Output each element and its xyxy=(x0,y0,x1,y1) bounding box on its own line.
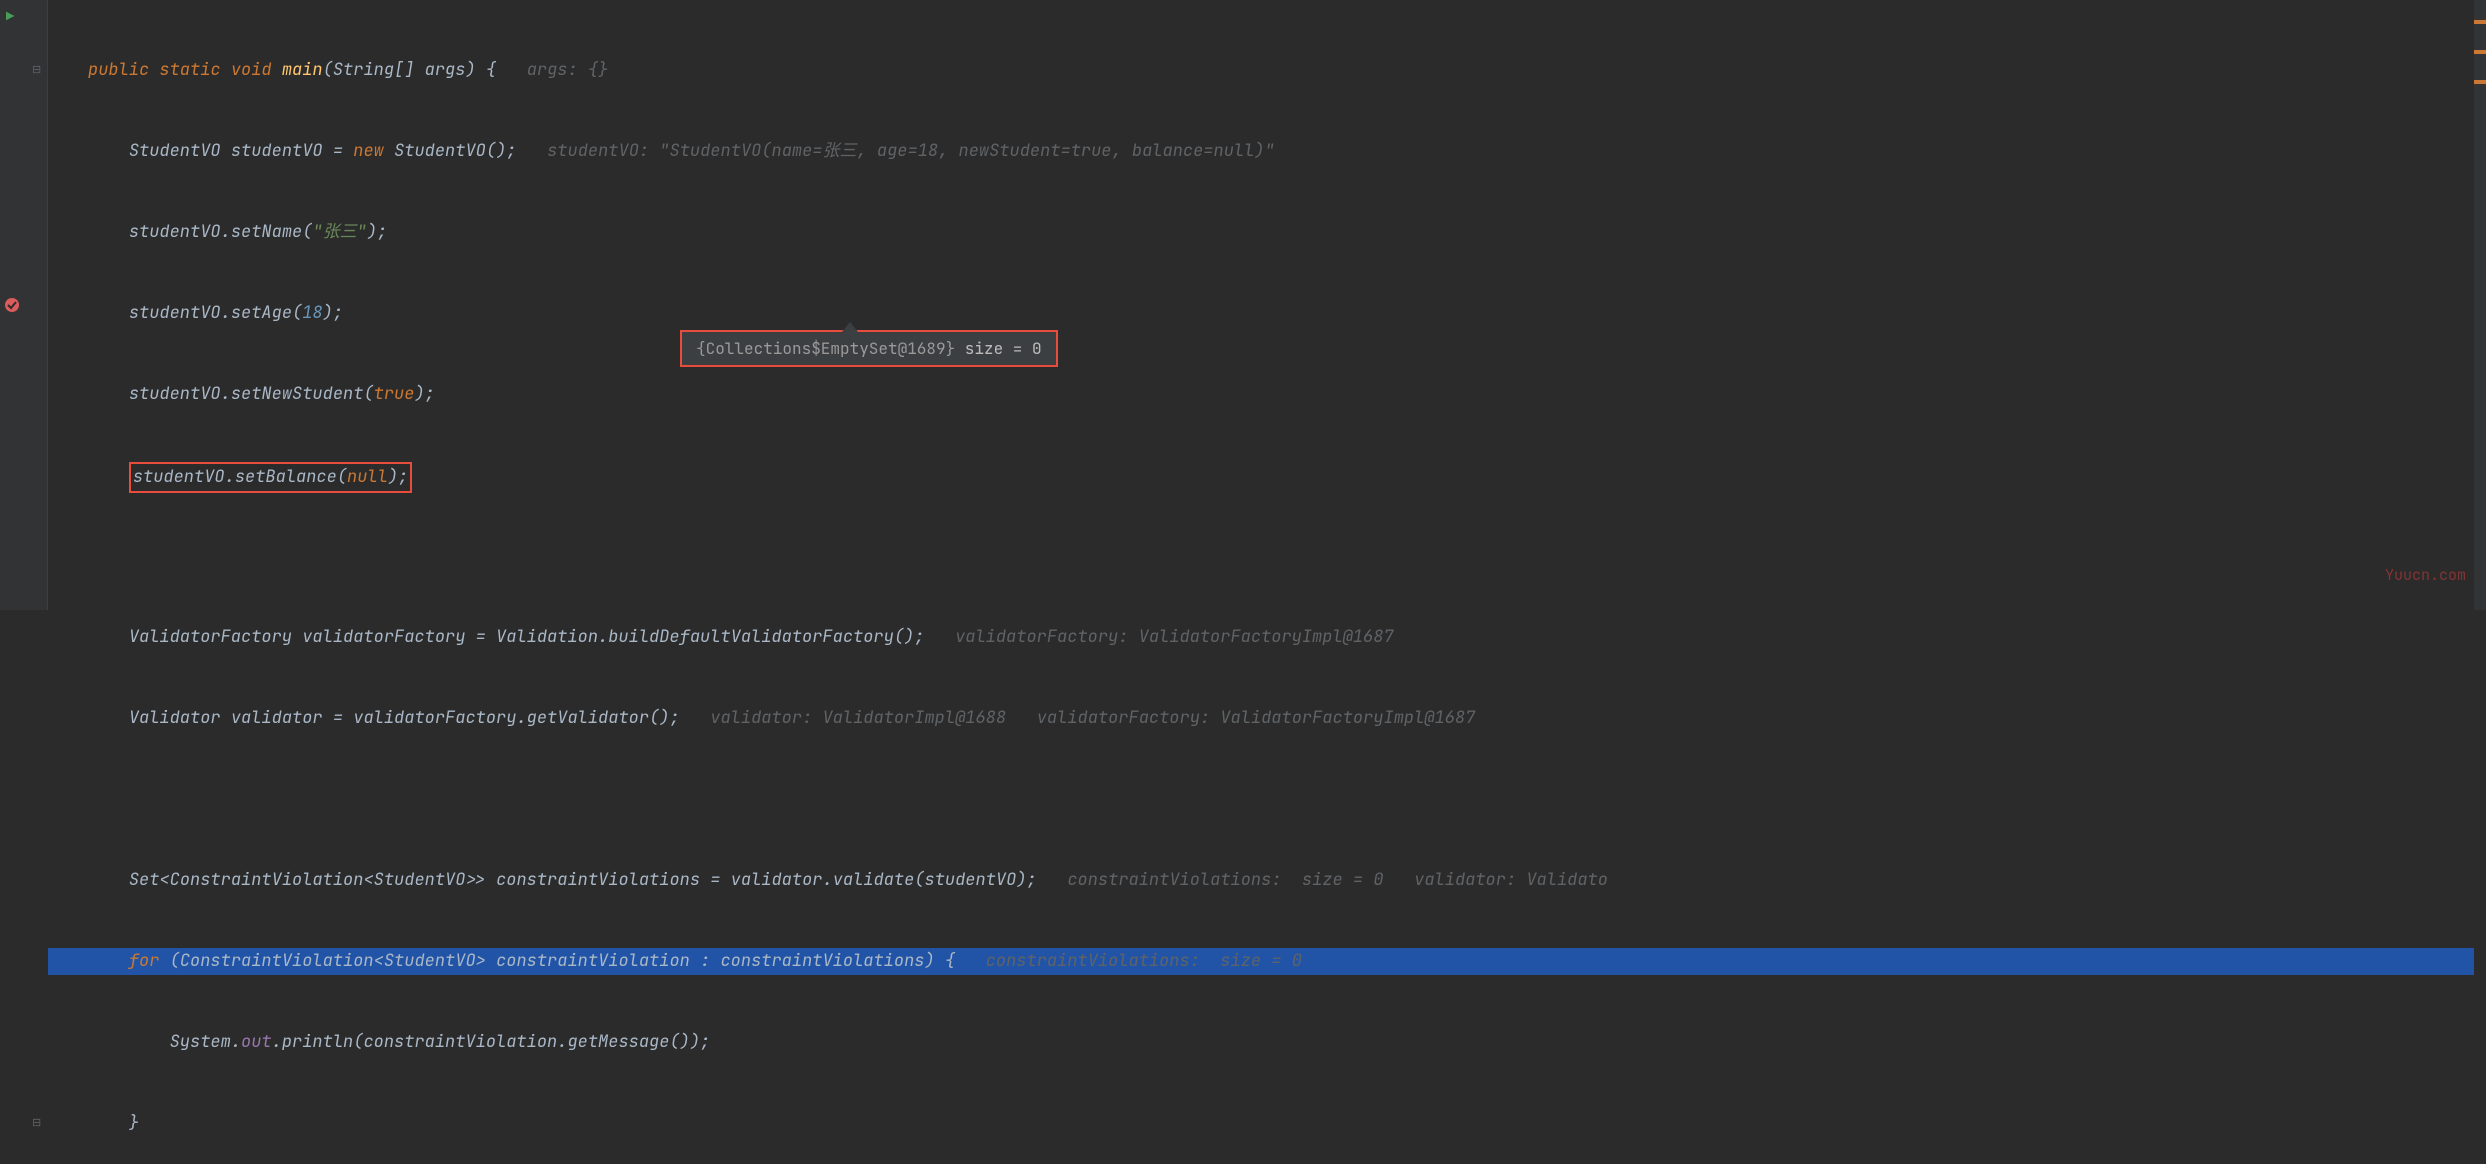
debug-hint: validator: Validato xyxy=(1414,869,1608,891)
code-line[interactable] xyxy=(48,786,2474,813)
code-line[interactable]: StudentVO studentVO = new StudentVO(); s… xyxy=(48,138,2474,165)
type: ValidatorFactory xyxy=(129,626,292,648)
right-gutter[interactable] xyxy=(2474,0,2486,610)
tooltip-value: {Collections$EmptySet@1689} xyxy=(696,338,955,359)
method-call: getValidator xyxy=(527,707,649,729)
tooltip-arrow-icon xyxy=(842,322,858,332)
debug-hint: constraintViolations: size = 0 xyxy=(986,950,1302,972)
code-line[interactable]: ValidatorFactory validatorFactory = Vali… xyxy=(48,624,2474,651)
code-line[interactable]: Validator validator = validatorFactory.g… xyxy=(48,705,2474,732)
variable: studentVO xyxy=(133,466,225,488)
execution-line[interactable]: for (ConstraintViolation<StudentVO> cons… xyxy=(48,948,2474,975)
variable: studentVO xyxy=(231,140,323,162)
variable: constraintViolation xyxy=(496,950,690,972)
code-line[interactable] xyxy=(48,543,2474,570)
variable: studentVO xyxy=(129,302,221,324)
tooltip-size: size = 0 xyxy=(955,338,1041,359)
method-call: setNewStudent xyxy=(231,383,364,405)
number-literal: 18 xyxy=(302,302,322,324)
code-line[interactable]: studentVO.setBalance(null); xyxy=(48,462,2474,489)
parameter: args xyxy=(425,59,466,81)
type: Validator xyxy=(129,707,221,729)
run-icon[interactable]: ▶ xyxy=(6,8,14,26)
variable: constraintViolations xyxy=(720,950,924,972)
method-call: validate xyxy=(833,869,915,891)
type: String[] xyxy=(333,59,415,81)
string-literal: "张三" xyxy=(312,221,366,243)
debug-hint: studentVO: "StudentVO(name=张三, age=18, n… xyxy=(547,140,1275,162)
keyword: public xyxy=(88,59,149,81)
variable: constraintViolation xyxy=(363,1031,557,1053)
code-line[interactable]: ⊟ } xyxy=(48,1110,2474,1137)
marker-icon[interactable] xyxy=(2474,80,2486,84)
variable: validator xyxy=(731,869,823,891)
code-editor[interactable]: ⊟public static void main(String[] args) … xyxy=(48,0,2474,610)
breakpoint-icon[interactable] xyxy=(2,295,22,320)
keyword: for xyxy=(129,950,160,972)
type: StudentVO xyxy=(384,950,476,972)
method-call: setAge xyxy=(231,302,292,324)
variable: studentVO xyxy=(925,869,1017,891)
static-method: buildDefaultValidatorFactory xyxy=(608,626,894,648)
code-line[interactable]: ⊟public static void main(String[] args) … xyxy=(48,57,2474,84)
keyword: static xyxy=(159,59,220,81)
type: StudentVO xyxy=(394,140,486,162)
type: ConstraintViolation xyxy=(170,869,364,891)
method-call: println xyxy=(282,1031,353,1053)
code-line[interactable]: System.out.println(constraintViolation.g… xyxy=(48,1029,2474,1056)
variable: studentVO xyxy=(129,221,221,243)
variable: validatorFactory xyxy=(302,626,465,648)
code-line[interactable]: studentVO.setName("张三"); xyxy=(48,219,2474,246)
editor-gutter[interactable]: ▶ xyxy=(0,0,48,610)
debug-hint: validatorFactory: ValidatorFactoryImpl@1… xyxy=(955,626,1394,648)
variable: studentVO xyxy=(129,383,221,405)
type: Set xyxy=(129,869,160,891)
method-call: setName xyxy=(231,221,302,243)
variable: validator xyxy=(231,707,323,729)
fold-icon[interactable]: ⊟ xyxy=(32,1110,41,1137)
method-call: getMessage xyxy=(567,1031,669,1053)
marker-icon[interactable] xyxy=(2474,20,2486,24)
debug-tooltip[interactable]: {Collections$EmptySet@1689} size = 0 xyxy=(680,330,1058,367)
keyword: new xyxy=(353,140,384,162)
type: Validation xyxy=(496,626,598,648)
debug-hint: validator: ValidatorImpl@1688 xyxy=(710,707,1006,729)
highlighted-box: studentVO.setBalance(null); xyxy=(129,462,412,493)
keyword: void xyxy=(231,59,272,81)
keyword: true xyxy=(374,383,415,405)
keyword: null xyxy=(347,466,388,488)
variable: constraintViolations xyxy=(496,869,700,891)
type: StudentVO xyxy=(129,140,221,162)
debug-hint: args: {} xyxy=(527,59,609,81)
type: ConstraintViolation xyxy=(180,950,374,972)
code-line[interactable]: studentVO.setNewStudent(true); xyxy=(48,381,2474,408)
method-name: main xyxy=(282,59,323,81)
variable: validatorFactory xyxy=(353,707,516,729)
type: System xyxy=(170,1031,231,1053)
code-line[interactable]: Set<ConstraintViolation<StudentVO>> cons… xyxy=(48,867,2474,894)
debug-hint: validatorFactory: ValidatorFactoryImpl@1… xyxy=(1037,707,1476,729)
fold-icon[interactable]: ⊟ xyxy=(32,57,41,84)
code-line[interactable]: studentVO.setAge(18); xyxy=(48,300,2474,327)
debug-hint: constraintViolations: size = 0 xyxy=(1067,869,1383,891)
watermark: Yuucn.com xyxy=(2385,565,2466,585)
static-field: out xyxy=(241,1031,272,1053)
marker-icon[interactable] xyxy=(2474,50,2486,54)
method-call: setBalance xyxy=(235,466,337,488)
type: StudentVO xyxy=(374,869,466,891)
